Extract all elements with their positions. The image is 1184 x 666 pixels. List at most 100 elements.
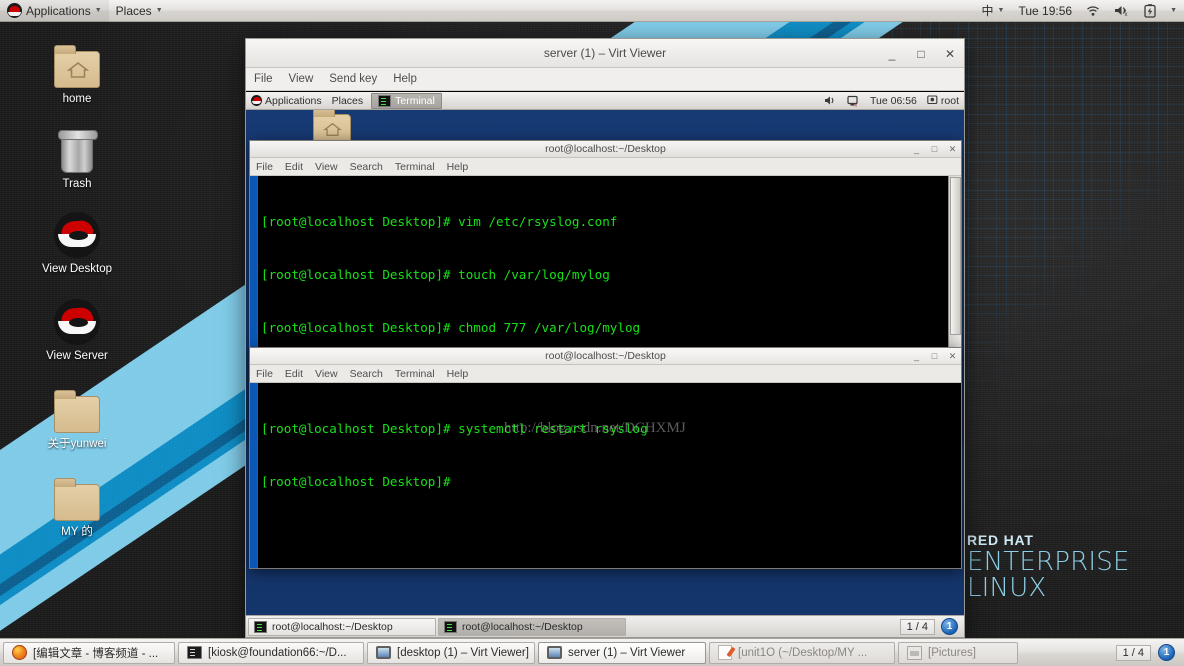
virt-viewer-menubar[interactable]: File View Send key Help: [246, 68, 964, 91]
host-taskbar-item-label: [desktop (1) – Virt Viewer]: [397, 646, 529, 659]
terminal-front-window-controls[interactable]: _ □ ✕: [911, 351, 958, 362]
close-button[interactable]: ✕: [942, 46, 958, 62]
desktop-icon-guanyu-yunwei[interactable]: 关于yunwei: [22, 385, 132, 451]
close-button[interactable]: ✕: [947, 351, 958, 362]
virt-viewer-window-controls[interactable]: _ □ ✕: [884, 39, 958, 68]
host-taskbar-item-server-virt-viewer[interactable]: server (1) – Virt Viewer: [538, 641, 706, 664]
guest-clock[interactable]: Tue 06:56: [865, 92, 922, 110]
power-menu[interactable]: ▼: [1163, 0, 1184, 22]
firefox-icon: [12, 645, 27, 660]
menu-file[interactable]: File: [250, 158, 279, 176]
chevron-down-icon: ▼: [997, 7, 1005, 14]
terminal-back-titlebar[interactable]: root@localhost:~/Desktop _ □ ✕: [250, 141, 961, 158]
host-taskbar-item-label: [kiosk@foundation66:~/D...: [208, 646, 347, 659]
guest-taskbar-item[interactable]: root@localhost:~/Desktop: [438, 617, 626, 636]
guest-network-disconnected-icon[interactable]: x: [842, 92, 865, 110]
menu-search[interactable]: Search: [344, 158, 389, 176]
minimize-button[interactable]: _: [911, 144, 922, 154]
guest-volume-icon[interactable]: [819, 92, 842, 110]
input-method-indicator[interactable]: 中 ▼: [975, 0, 1012, 22]
terminal-back-menubar[interactable]: File Edit View Search Terminal Help: [250, 158, 961, 176]
guest-user-menu[interactable]: root: [922, 92, 964, 110]
volume-muted-icon[interactable]: x: [1107, 0, 1137, 22]
terminal-window-front[interactable]: root@localhost:~/Desktop _ □ ✕ File Edit…: [249, 347, 962, 569]
menu-file[interactable]: File: [246, 68, 281, 91]
menu-file[interactable]: File: [250, 365, 279, 383]
host-taskbar-item-firefox[interactable]: [编辑文章 - 博客频道 - ...: [3, 641, 175, 664]
menu-edit[interactable]: Edit: [279, 365, 309, 383]
scrollbar-thumb[interactable]: [950, 177, 961, 335]
chevron-down-icon: ▼: [1170, 7, 1177, 14]
places-menu[interactable]: Places ▼: [109, 0, 170, 22]
terminal-back-window-controls[interactable]: _ □ ✕: [911, 144, 958, 155]
virt-viewer-titlebar[interactable]: server (1) – Virt Viewer _ □ ✕: [246, 39, 964, 68]
maximize-button[interactable]: □: [929, 144, 940, 154]
host-taskbar-item-kiosk-terminal[interactable]: [kiosk@foundation66:~/D...: [178, 641, 364, 664]
brand-redhat: RED HAT: [967, 532, 1034, 548]
guest-panel[interactable]: Applications Places Terminal x Tue 06:56…: [246, 92, 964, 110]
battery-glyph: [1144, 3, 1156, 18]
host-taskbar-item-pictures[interactable]: [Pictures]: [898, 641, 1018, 664]
guest-taskbar[interactable]: root@localhost:~/Desktop root@localhost:…: [246, 615, 964, 637]
close-button[interactable]: ✕: [947, 144, 958, 155]
desktop-icon-label: home: [62, 93, 92, 105]
guest-taskbar-right[interactable]: 1 / 4 1: [899, 618, 962, 635]
panel-status-area[interactable]: 中 ▼ Tue 19:56 x ▼: [975, 0, 1184, 22]
terminal-front-menubar[interactable]: File Edit View Search Terminal Help: [250, 365, 961, 383]
desktop-icon-label: Trash: [62, 178, 92, 190]
menu-send-key[interactable]: Send key: [321, 68, 385, 91]
redhat-logo-icon: [22, 210, 132, 258]
host-taskbar-right[interactable]: 1 / 4 1: [1115, 644, 1181, 661]
virt-viewer-window[interactable]: server (1) – Virt Viewer _ □ ✕ File View…: [245, 38, 965, 638]
guest-panel-status-area[interactable]: x Tue 06:56 root: [819, 92, 964, 110]
wifi-icon[interactable]: [1079, 0, 1107, 22]
menu-edit[interactable]: Edit: [279, 158, 309, 176]
host-workspace-badge[interactable]: 1: [1158, 644, 1175, 661]
guest-screen[interactable]: Applications Places Terminal x Tue 06:56…: [246, 91, 964, 637]
desktop-icon-home[interactable]: home: [22, 40, 132, 106]
terminal-front-titlebar[interactable]: root@localhost:~/Desktop _ □ ✕: [250, 348, 961, 365]
guest-taskbar-item[interactable]: root@localhost:~/Desktop: [248, 617, 436, 636]
menu-view[interactable]: View: [281, 68, 322, 91]
menu-help[interactable]: Help: [441, 365, 475, 383]
guest-places-menu[interactable]: Places: [327, 92, 369, 110]
guest-workspace-badge[interactable]: 1: [941, 618, 958, 635]
guest-applications-menu[interactable]: Applications: [246, 92, 327, 110]
guest-taskbar-item-label: root@localhost:~/Desktop: [462, 620, 583, 633]
desktop-icon-label: View Server: [46, 350, 108, 362]
volume-glyph: [825, 96, 834, 105]
guest-panel-task-terminal[interactable]: Terminal: [371, 92, 442, 109]
menu-terminal[interactable]: Terminal: [389, 158, 441, 176]
maximize-button[interactable]: □: [929, 351, 940, 361]
terminal-front-body[interactable]: [root@localhost Desktop]# systemctl rest…: [250, 383, 961, 568]
menu-view[interactable]: View: [309, 158, 344, 176]
host-taskbar-item-unit10[interactable]: [unit1O (~/Desktop/MY ...: [709, 641, 895, 664]
desktop-icon-view-server[interactable]: View Server: [22, 297, 132, 363]
desktop-icon-view-desktop[interactable]: View Desktop: [22, 210, 132, 276]
terminal-front-output[interactable]: [root@localhost Desktop]# systemctl rest…: [258, 383, 961, 568]
redhat-menu-icon: [251, 95, 262, 106]
menu-help[interactable]: Help: [441, 158, 475, 176]
minimize-button[interactable]: _: [911, 351, 922, 361]
applications-menu[interactable]: Applications ▼: [0, 0, 109, 22]
menu-search[interactable]: Search: [344, 365, 389, 383]
guest-workspace-pager[interactable]: 1 / 4: [899, 618, 935, 635]
desktop-icon-my-de[interactable]: MY 的: [22, 473, 132, 539]
minimize-button[interactable]: _: [884, 46, 900, 62]
menu-view[interactable]: View: [309, 365, 344, 383]
battery-icon[interactable]: [1137, 0, 1163, 22]
terminal-icon: [254, 620, 267, 633]
host-workspace-pager[interactable]: 1 / 4: [1115, 644, 1151, 661]
host-taskbar[interactable]: [编辑文章 - 博客频道 - ... [kiosk@foundation66:~…: [0, 638, 1184, 666]
menu-terminal[interactable]: Terminal: [389, 365, 441, 383]
maximize-button[interactable]: □: [913, 46, 929, 62]
desktop-icon-label: View Desktop: [41, 263, 113, 275]
desktop-icon-trash[interactable]: Trash: [22, 125, 132, 191]
svg-text:x: x: [1125, 12, 1128, 17]
top-panel[interactable]: Applications ▼ Places ▼ 中 ▼ Tue 19:56 x: [0, 0, 1184, 22]
chevron-down-icon: ▼: [155, 7, 163, 14]
svg-text:x: x: [855, 102, 858, 106]
host-taskbar-item-desktop-virt-viewer[interactable]: [desktop (1) – Virt Viewer]: [367, 641, 535, 664]
menu-help[interactable]: Help: [385, 68, 425, 91]
clock[interactable]: Tue 19:56: [1011, 0, 1079, 22]
